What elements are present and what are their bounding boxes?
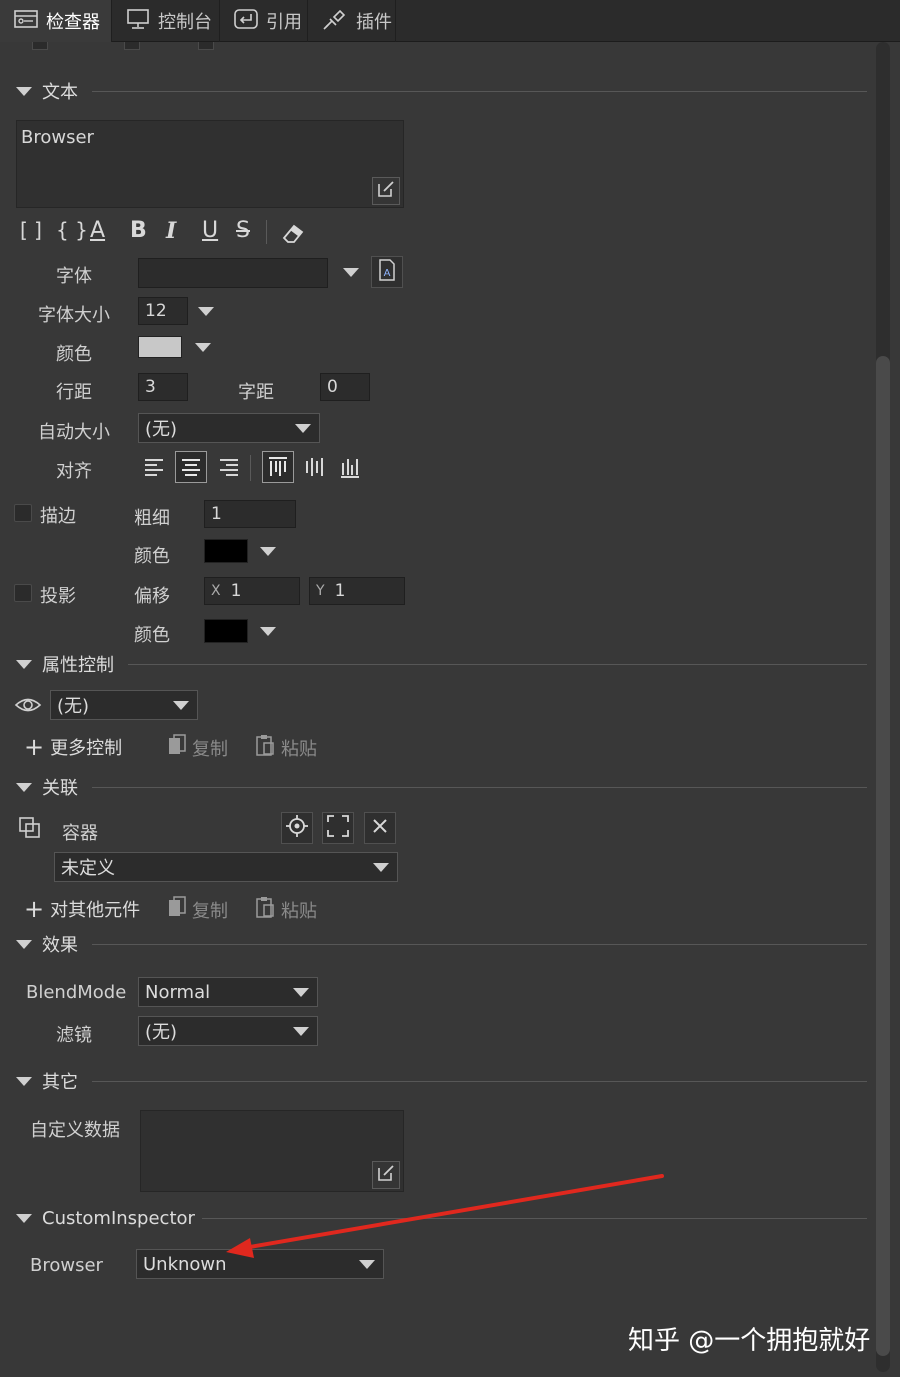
watermark-text: 知乎 @一个拥抱就好 xyxy=(628,1326,871,1356)
annotation-arrow xyxy=(226,1174,664,1258)
